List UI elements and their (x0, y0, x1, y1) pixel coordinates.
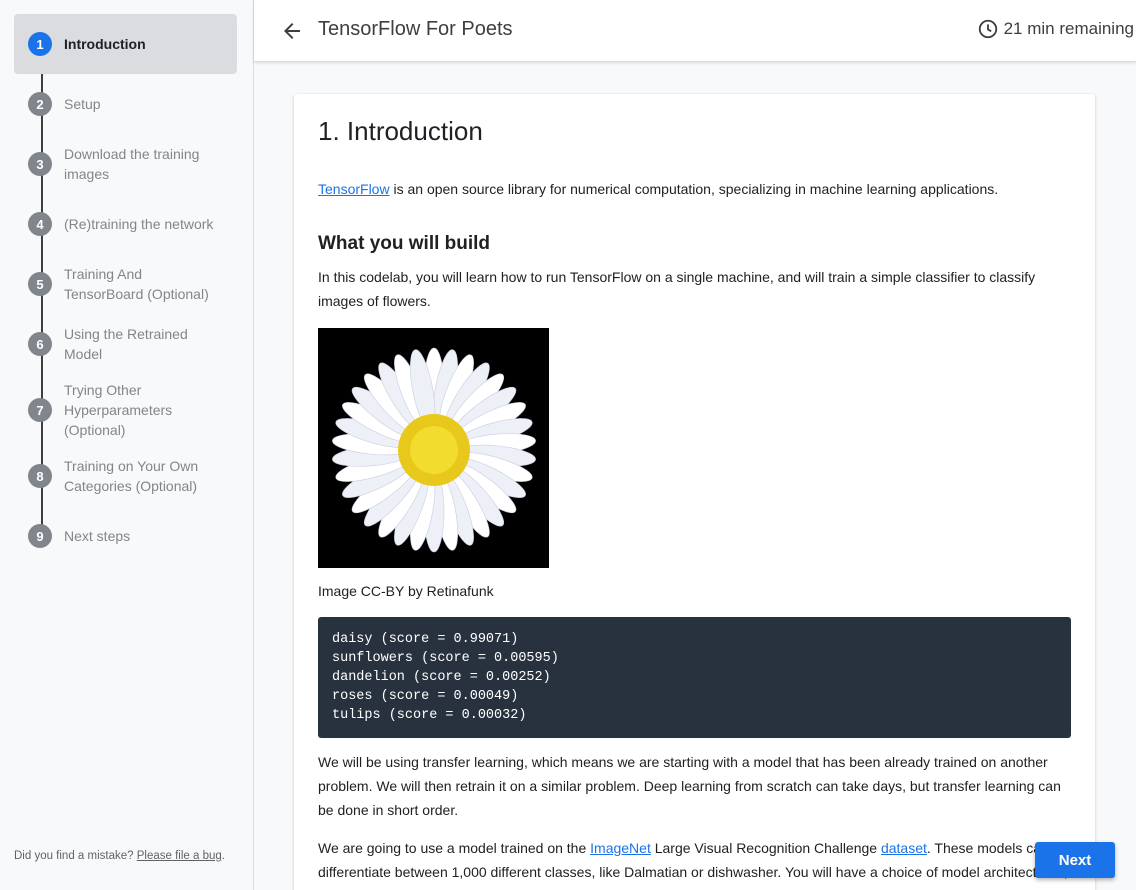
step-label: Introduction (64, 36, 146, 52)
bug-suffix: . (221, 850, 225, 862)
step-item-setup[interactable]: 2 Setup (14, 74, 237, 134)
tensorflow-link[interactable]: TensorFlow (318, 181, 390, 197)
time-remaining-label: 21 min remaining (1003, 19, 1134, 38)
main-content: 1. Introduction TensorFlow is an open so… (254, 63, 1136, 890)
step-item-retrained-model[interactable]: 6 Using the Retrained Model (14, 314, 237, 374)
step-number: 2 (28, 92, 52, 116)
step-list: 1 Introduction 2 Setup 3 Download the tr… (0, 0, 253, 566)
step-number: 4 (28, 212, 52, 236)
step-item-introduction[interactable]: 1 Introduction (14, 14, 237, 74)
model-paragraph: We are going to use a model trained on t… (318, 836, 1071, 884)
step-number: 7 (28, 398, 52, 422)
step-number: 3 (28, 152, 52, 176)
code-block: daisy (score = 0.99071) sunflowers (scor… (318, 617, 1071, 738)
step-label: Next steps (64, 528, 131, 544)
page-title: TensorFlow For Poets (318, 18, 513, 40)
step-heading: 1. Introduction (318, 116, 483, 146)
bug-report-text: Did you find a mistake? Please file a bu… (14, 850, 225, 862)
daisy-image (318, 328, 549, 568)
step-number: 6 (28, 332, 52, 356)
step-label: Download the training images (64, 146, 200, 182)
step-label: Using the Retrained Model (64, 326, 188, 362)
step-label: Training And TensorBoard (Optional) (64, 266, 209, 302)
step-item-own-categories[interactable]: 8 Training on Your Own Categories (Optio… (14, 446, 237, 506)
step-number: 9 (28, 524, 52, 548)
step-number: 1 (28, 32, 52, 56)
section-heading: What you will build (318, 233, 491, 254)
step-label: (Re)training the network (64, 216, 214, 232)
image-caption: Image CC-BY by Retinafunk (318, 583, 494, 599)
transfer-paragraph: We will be using transfer learning, whic… (318, 754, 1061, 818)
step-label: Setup (64, 96, 101, 112)
build-paragraph: In this codelab, you will learn how to r… (318, 269, 1036, 309)
sidebar: 1 Introduction 2 Setup 3 Download the tr… (0, 0, 254, 890)
step-label: Training on Your Own Categories (Optiona… (64, 458, 199, 494)
model-text-2: Large Visual Recognition Challenge (650, 840, 881, 856)
step-item-next-steps[interactable]: 9 Next steps (14, 506, 237, 566)
intro-paragraph: TensorFlow is an open source library for… (318, 177, 1071, 201)
file-bug-link[interactable]: Please file a bug (137, 850, 222, 862)
clock-icon (978, 19, 997, 39)
step-item-retraining[interactable]: 4 (Re)training the network (14, 194, 237, 254)
back-arrow-icon[interactable] (280, 19, 304, 43)
model-text-1: We are going to use a model trained on t… (318, 840, 591, 856)
step-number: 5 (28, 272, 52, 296)
step-item-download[interactable]: 3 Download the training images (14, 134, 237, 194)
next-button[interactable]: Next (1035, 842, 1115, 878)
step-card: 1. Introduction TensorFlow is an open so… (294, 94, 1095, 890)
step-item-hyperparameters[interactable]: 7 Trying Other Hyperparameters (Optional… (14, 374, 237, 446)
intro-text: is an open source library for numerical … (389, 181, 999, 197)
header: TensorFlow For Poets 21 min remaining (254, 0, 1136, 62)
step-label: Trying Other Hyperparameters (Optional) (64, 382, 173, 438)
step-number: 8 (28, 464, 52, 488)
time-remaining: 21 min remaining (977, 18, 1134, 40)
imagenet-link[interactable]: ImageNet (590, 840, 651, 856)
step-item-tensorboard[interactable]: 5 Training And TensorBoard (Optional) (14, 254, 237, 314)
dataset-link[interactable]: dataset (881, 840, 927, 856)
bug-prefix: Did you find a mistake? (14, 850, 137, 862)
